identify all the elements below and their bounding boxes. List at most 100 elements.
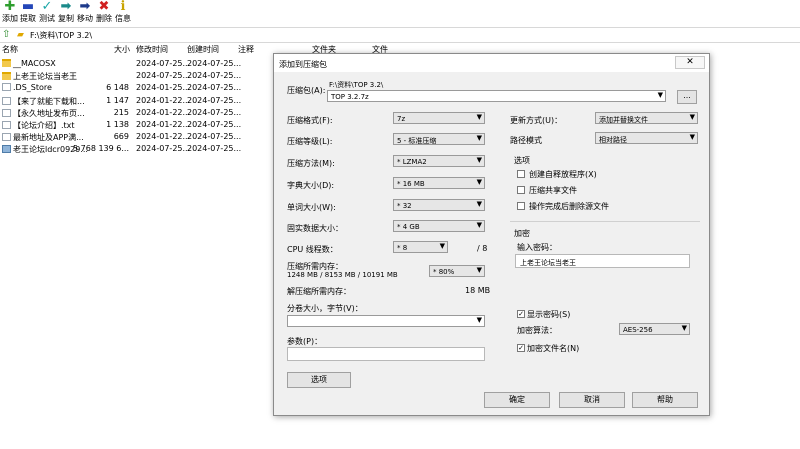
help-button[interactable]: 帮助 <box>632 392 698 408</box>
level-label: 压缩等级(L): <box>287 137 333 146</box>
file-name-cell: 【论坛介绍】.txt <box>2 120 75 131</box>
toolbar-move-button[interactable]: ➡ 移动 <box>75 0 95 27</box>
file-modified: 2024-01-22... <box>136 132 191 142</box>
close-button[interactable]: ✕ <box>675 56 705 69</box>
chevron-down-icon: ▼ <box>476 113 482 121</box>
up-folder-icon[interactable]: ⇧ <box>2 29 10 40</box>
dict-label: 字典大小(D): <box>287 181 335 190</box>
params-input[interactable] <box>287 347 485 361</box>
archive-name-combo[interactable]: TOP 3.2.7z ▼ <box>327 90 666 102</box>
file-name: 【论坛介绍】.txt <box>13 121 75 130</box>
toolbar-label: 添加 <box>2 14 18 23</box>
folder-icon <box>2 59 11 67</box>
toolbar-label: 移动 <box>77 14 93 23</box>
chevron-down-icon: ▼ <box>689 133 695 141</box>
copy-icon: ➡ <box>60 0 72 14</box>
dialog-title: 添加到压缩包 <box>279 60 327 69</box>
file-row[interactable]: 【来了就能下载和... 1 147 2024-01-22... 2024-07-25.… <box>0 95 300 107</box>
shared-label: 压缩共享文件 <box>529 186 577 195</box>
solid-select[interactable]: * 4 GB ▼ <box>393 220 485 232</box>
file-created: 2024-07-25... <box>187 107 242 117</box>
col-comment[interactable]: 注释 <box>238 44 254 56</box>
info-icon: ℹ <box>120 0 126 14</box>
file-size: 215 <box>113 107 129 117</box>
chevron-down-icon: ▼ <box>681 324 687 332</box>
file-icon <box>2 96 11 105</box>
toolbar-copy-button[interactable]: ➡ 复制 <box>56 0 76 27</box>
pathmode-select[interactable]: 相对路径 ▼ <box>595 132 698 144</box>
chevron-down-icon: ▼ <box>689 113 695 121</box>
sfx-label: 创建自释放程序(X) <box>529 170 597 179</box>
shared-checkbox[interactable] <box>517 186 525 194</box>
delete-source-checkbox[interactable] <box>517 202 525 210</box>
password-input[interactable]: 上老王论坛当老王 <box>515 254 690 268</box>
file-row[interactable]: .DS_Store 6 148 2024-01-25... 2024-07-25... <box>0 82 300 94</box>
update-select[interactable]: 添加并替换文件 ▼ <box>595 112 698 124</box>
password-value: 上老王论坛当老王 <box>520 259 576 267</box>
update-label: 更新方式(U)： <box>510 116 563 125</box>
encrypt-names-checkbox[interactable]: ✓ <box>517 344 525 352</box>
sfx-checkbox[interactable] <box>517 170 525 178</box>
options-group-label: 选项 <box>514 156 530 165</box>
col-size[interactable]: 大小 <box>114 44 130 56</box>
file-icon <box>2 121 11 129</box>
file-created: 2024-07-25... <box>187 83 242 93</box>
toolbar-extract-button[interactable]: ▬ 提取 <box>18 0 38 27</box>
file-name-cell: __MACOSX <box>2 59 56 68</box>
method-select[interactable]: * LZMA2 ▼ <box>393 155 485 167</box>
toolbar-label: 提取 <box>20 14 36 23</box>
file-row[interactable]: 老王论坛ldcr0929... 5 768 139 6... 2024-07-25.… <box>0 143 300 155</box>
file-modified: 2024-01-22... <box>136 107 191 117</box>
dict-select[interactable]: * 16 MB ▼ <box>393 177 485 189</box>
format-select[interactable]: 7z ▼ <box>393 112 485 124</box>
file-name: 最新地址及APP满... <box>13 133 84 143</box>
file-row[interactable]: 最新地址及APP满... 669 2024-01-22... 2024-07-25..… <box>0 131 300 143</box>
chevron-down-icon: ▼ <box>476 316 482 324</box>
toolbar-info-button[interactable]: ℹ 信息 <box>113 0 133 27</box>
enc-method-label: 加密算法： <box>517 326 557 335</box>
word-label: 单词大小(W): <box>287 203 336 212</box>
ok-button[interactable]: 确定 <box>484 392 550 408</box>
file-row[interactable]: 【论坛介绍】.txt 1 138 2024-01-22... 2024-07-25..… <box>0 119 300 131</box>
chevron-down-icon: ▼ <box>476 134 482 142</box>
col-created[interactable]: 创建时间 <box>187 44 219 56</box>
col-name[interactable]: 名称 <box>2 44 18 56</box>
enc-method-select[interactable]: AES-256 ▼ <box>619 323 690 335</box>
file-modified: 2024-07-25... <box>136 71 191 81</box>
mem-select[interactable]: * 80% ▼ <box>429 265 485 277</box>
file-created: 2024-07-25... <box>187 120 242 129</box>
chevron-down-icon: ▼ <box>476 200 482 208</box>
toolbar-label: 信息 <box>115 14 131 23</box>
file-created: 2024-07-25... <box>187 144 242 154</box>
cancel-button[interactable]: 取消 <box>559 392 625 408</box>
file-name-cell: 【永久地址发布页... <box>2 108 85 119</box>
chevron-down-icon: ▼ <box>476 221 482 229</box>
file-created: 2024-07-25... <box>187 59 242 68</box>
browse-button[interactable]: ... <box>677 90 697 104</box>
archive-name-value: TOP 3.2.7z <box>331 93 369 101</box>
cpu-select[interactable]: * 8 ▼ <box>393 241 448 253</box>
toolbar-test-button[interactable]: ✓ 测试 <box>37 0 57 27</box>
col-modified[interactable]: 修改时间 <box>136 44 168 56</box>
file-row[interactable]: __MACOSX 2024-07-25... 2024-07-25... <box>0 58 300 70</box>
word-select[interactable]: * 32 ▼ <box>393 199 485 211</box>
delete-source-label: 操作完成后删除源文件 <box>529 202 609 211</box>
toolbar-delete-button[interactable]: ✖ 删除 <box>94 0 114 27</box>
enc-method-value: AES-256 <box>623 326 653 334</box>
file-name: .DS_Store <box>13 83 52 93</box>
move-icon: ➡ <box>79 0 91 14</box>
encrypt-group-label: 加密 <box>514 229 530 238</box>
file-size: 1 147 <box>106 95 129 105</box>
cpu-value: * 8 <box>397 244 408 252</box>
solid-label: 固实数据大小： <box>287 224 343 233</box>
toolbar-add-button[interactable]: ✚ 添加 <box>0 0 20 27</box>
file-row[interactable]: 【永久地址发布页... 215 2024-01-22... 2024-07-25... <box>0 107 300 119</box>
show-password-checkbox[interactable]: ✓ <box>517 310 525 318</box>
address-path[interactable]: F:\资料\TOP 3.2\ <box>30 30 92 41</box>
file-icon <box>2 108 11 117</box>
toolbar: ✚ 添加 ▬ 提取 ✓ 测试 ➡ 复制 ➡ 移动 ✖ 删除 ℹ 信息 <box>0 0 800 27</box>
split-combo[interactable]: ▼ <box>287 315 485 327</box>
options-button[interactable]: 选项 <box>287 372 351 388</box>
file-row[interactable]: 上老王论坛当老王 2024-07-25... 2024-07-25... <box>0 70 300 82</box>
level-select[interactable]: 5 - 标准压缩 ▼ <box>393 133 485 145</box>
